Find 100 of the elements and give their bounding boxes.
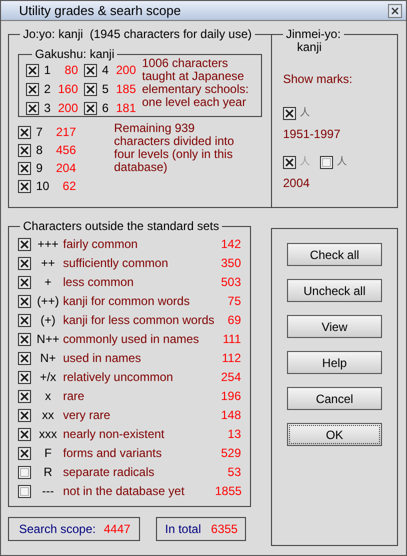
code-label: + [43,275,52,289]
year-label: 1951-1997 [283,127,342,141]
count-value: 111 [222,332,241,346]
checkbox[interactable] [283,106,296,120]
code-label: +/x [38,370,58,384]
mark-glyph: 人 [337,155,347,169]
count-value: 200 [114,63,136,77]
count-value: 200 [56,101,78,115]
group-title: Jinmei-yo: [285,27,342,41]
count-value: 181 [114,101,136,115]
group-title: Gakushu: kanji [34,47,116,61]
description-text: not in the database yet [63,484,186,498]
level-label: 9 [36,161,44,175]
checkbox[interactable] [18,332,31,346]
checkbox[interactable] [26,82,39,96]
level-label: 7 [36,125,44,139]
dialog-button[interactable]: OK [287,423,382,446]
code-label: x [44,389,52,403]
description-text: rare [63,389,86,403]
checkbox[interactable] [18,238,31,250]
checkbox[interactable] [18,484,31,498]
description-text: nearly non-existent [63,427,166,441]
checkbox[interactable] [84,102,97,114]
checkbox[interactable] [18,256,31,270]
description-text: kanji for less common words [63,313,215,327]
checkbox[interactable] [283,156,296,168]
checkbox[interactable] [18,370,31,384]
count-value: 142 [220,237,241,251]
checkbox[interactable] [18,162,31,174]
checkbox[interactable] [18,294,31,308]
dialog-button[interactable]: Uncheck all [287,279,382,302]
count-value: 13 [226,427,241,441]
description-text: Remaining 939 characters divided into four levels (only in this database) [114,122,236,176]
dialog-button[interactable]: Cancel [287,387,382,410]
checkbox[interactable] [18,446,31,460]
level-label: 2 [44,82,52,96]
level-label: 4 [102,63,110,77]
mark-glyph: 人 [300,106,310,120]
checkbox[interactable] [18,352,31,364]
checkbox[interactable] [18,390,31,402]
checkbox[interactable] [320,156,333,168]
count-value: 62 [62,179,76,193]
description-text: used in names [63,351,142,365]
code-label: --- [41,484,55,498]
code-label: (+) [40,313,56,327]
description-text: 1006 characters taught at Japanese elementary schools: one level each year [142,57,250,111]
count-value: 217 [54,125,76,139]
level-label: 6 [102,101,110,115]
count-value: 456 [54,143,76,157]
count-value: 1855 [215,484,241,498]
description-text: commonly used in names [63,332,200,346]
code-label: ++ [40,256,56,270]
checkbox[interactable] [18,408,31,422]
code-label: +++ [36,237,60,251]
dialog-button[interactable]: View [287,315,382,338]
description-text: fairly common [63,237,139,251]
level-label: 5 [102,82,110,96]
count-value: 148 [220,408,241,422]
dialog-button[interactable]: Check all [287,243,382,266]
count-value: 75 [226,294,241,308]
checkbox[interactable] [26,64,39,76]
checkbox[interactable] [18,144,31,156]
window-title: Utility grades & searh scope [19,4,181,18]
count-value: 160 [56,82,78,96]
dialog-button[interactable]: Help [287,351,382,374]
description-text: forms and variants [63,446,163,460]
level-label: 3 [44,101,52,115]
status-value: 4447 [104,522,130,536]
count-value: 185 [114,82,136,96]
close-button[interactable] [388,4,402,18]
checkbox[interactable] [18,126,31,138]
mark-glyph: 人 [300,155,310,169]
group-title: Characters outside the standard sets [22,219,220,233]
count-value: 529 [220,446,241,460]
code-label: xx [41,408,55,422]
count-value: 53 [226,465,241,479]
checkbox[interactable] [18,466,31,478]
code-label: (++) [36,294,60,308]
count-value: 503 [220,275,241,289]
group-subtitle: kanji [297,40,322,54]
checkbox[interactable] [18,428,31,440]
level-label: 8 [36,143,44,157]
count-value: 204 [54,161,76,175]
count-value: 80 [64,63,78,77]
count-value: 254 [220,370,241,384]
checkbox[interactable] [18,276,31,288]
checkbox[interactable] [26,102,39,114]
description-text: relatively uncommon [63,370,174,384]
code-label: R [42,465,54,479]
checkbox[interactable] [84,82,97,96]
checkbox[interactable] [18,180,31,192]
close-icon [391,6,399,14]
status-label: In total [165,522,202,536]
marks-label: Show marks: [283,72,354,86]
code-label: N+ [39,351,57,365]
level-label: 1 [44,63,52,77]
checkbox[interactable] [84,64,97,76]
checkbox[interactable] [18,314,31,326]
count-value: 69 [226,313,241,327]
description-text: separate radicals [63,465,156,479]
